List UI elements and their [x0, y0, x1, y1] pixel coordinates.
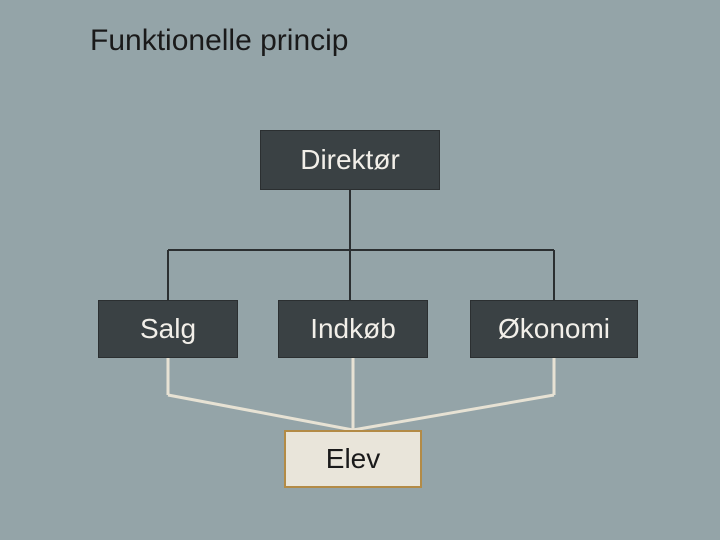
node-director-label: Direktør: [300, 144, 400, 176]
node-director: Direktør: [260, 130, 440, 190]
node-purchasing-label: Indkøb: [310, 313, 396, 345]
node-trainee: Elev: [284, 430, 422, 488]
slide: Funktionelle princip Direktør Salg Indkø…: [0, 0, 720, 540]
node-sales-label: Salg: [140, 313, 196, 345]
node-economy: Økonomi: [470, 300, 638, 358]
node-sales: Salg: [98, 300, 238, 358]
node-trainee-label: Elev: [326, 443, 380, 475]
node-purchasing: Indkøb: [278, 300, 428, 358]
node-economy-label: Økonomi: [498, 313, 610, 345]
